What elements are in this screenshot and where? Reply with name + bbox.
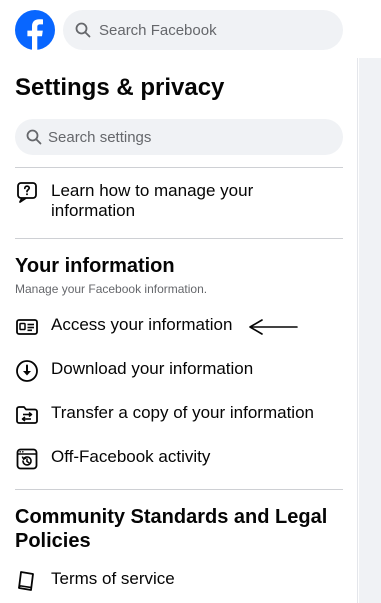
download-icon — [15, 359, 39, 383]
facebook-search-bar[interactable] — [63, 10, 343, 50]
transfer-folder-icon — [15, 403, 39, 427]
search-icon — [75, 22, 91, 38]
learn-manage-information-item[interactable]: Learn how to manage your information — [15, 181, 343, 221]
divider — [15, 489, 343, 490]
download-your-information-item[interactable]: Download your information — [15, 359, 343, 383]
divider — [15, 238, 343, 239]
page-title: Settings & privacy — [15, 74, 225, 101]
learn-manage-information-label: Learn how to manage your information — [51, 181, 254, 220]
off-facebook-activity-label: Off-Facebook activity — [51, 447, 211, 466]
access-your-information-label: Access your information — [51, 315, 233, 334]
question-speech-bubble-icon — [15, 181, 39, 205]
your-information-heading: Your information — [15, 255, 175, 277]
top-bar — [0, 0, 381, 58]
search-icon — [26, 129, 42, 145]
settings-search-input[interactable] — [48, 128, 248, 146]
off-facebook-activity-item[interactable]: Off-Facebook activity — [15, 447, 343, 471]
your-information-subtitle: Manage your Facebook information. — [15, 282, 208, 296]
history-icon — [15, 447, 39, 471]
id-card-icon — [15, 315, 39, 339]
transfer-copy-item[interactable]: Transfer a copy of your information — [15, 403, 343, 427]
facebook-search-input[interactable] — [99, 21, 299, 39]
annotation-arrow-icon — [249, 319, 298, 335]
terms-of-service-label: Terms of service — [51, 569, 175, 588]
terms-of-service-item[interactable]: Terms of service — [15, 569, 343, 593]
divider — [15, 167, 343, 168]
book-icon — [15, 569, 39, 593]
facebook-logo-icon[interactable] — [15, 10, 55, 50]
settings-search-bar[interactable] — [15, 119, 343, 155]
community-standards-heading: Community Standards and Legal Policies — [15, 506, 328, 552]
transfer-copy-label: Transfer a copy of your information — [51, 403, 314, 422]
download-your-information-label: Download your information — [51, 359, 254, 378]
scroll-track[interactable] — [359, 58, 381, 603]
